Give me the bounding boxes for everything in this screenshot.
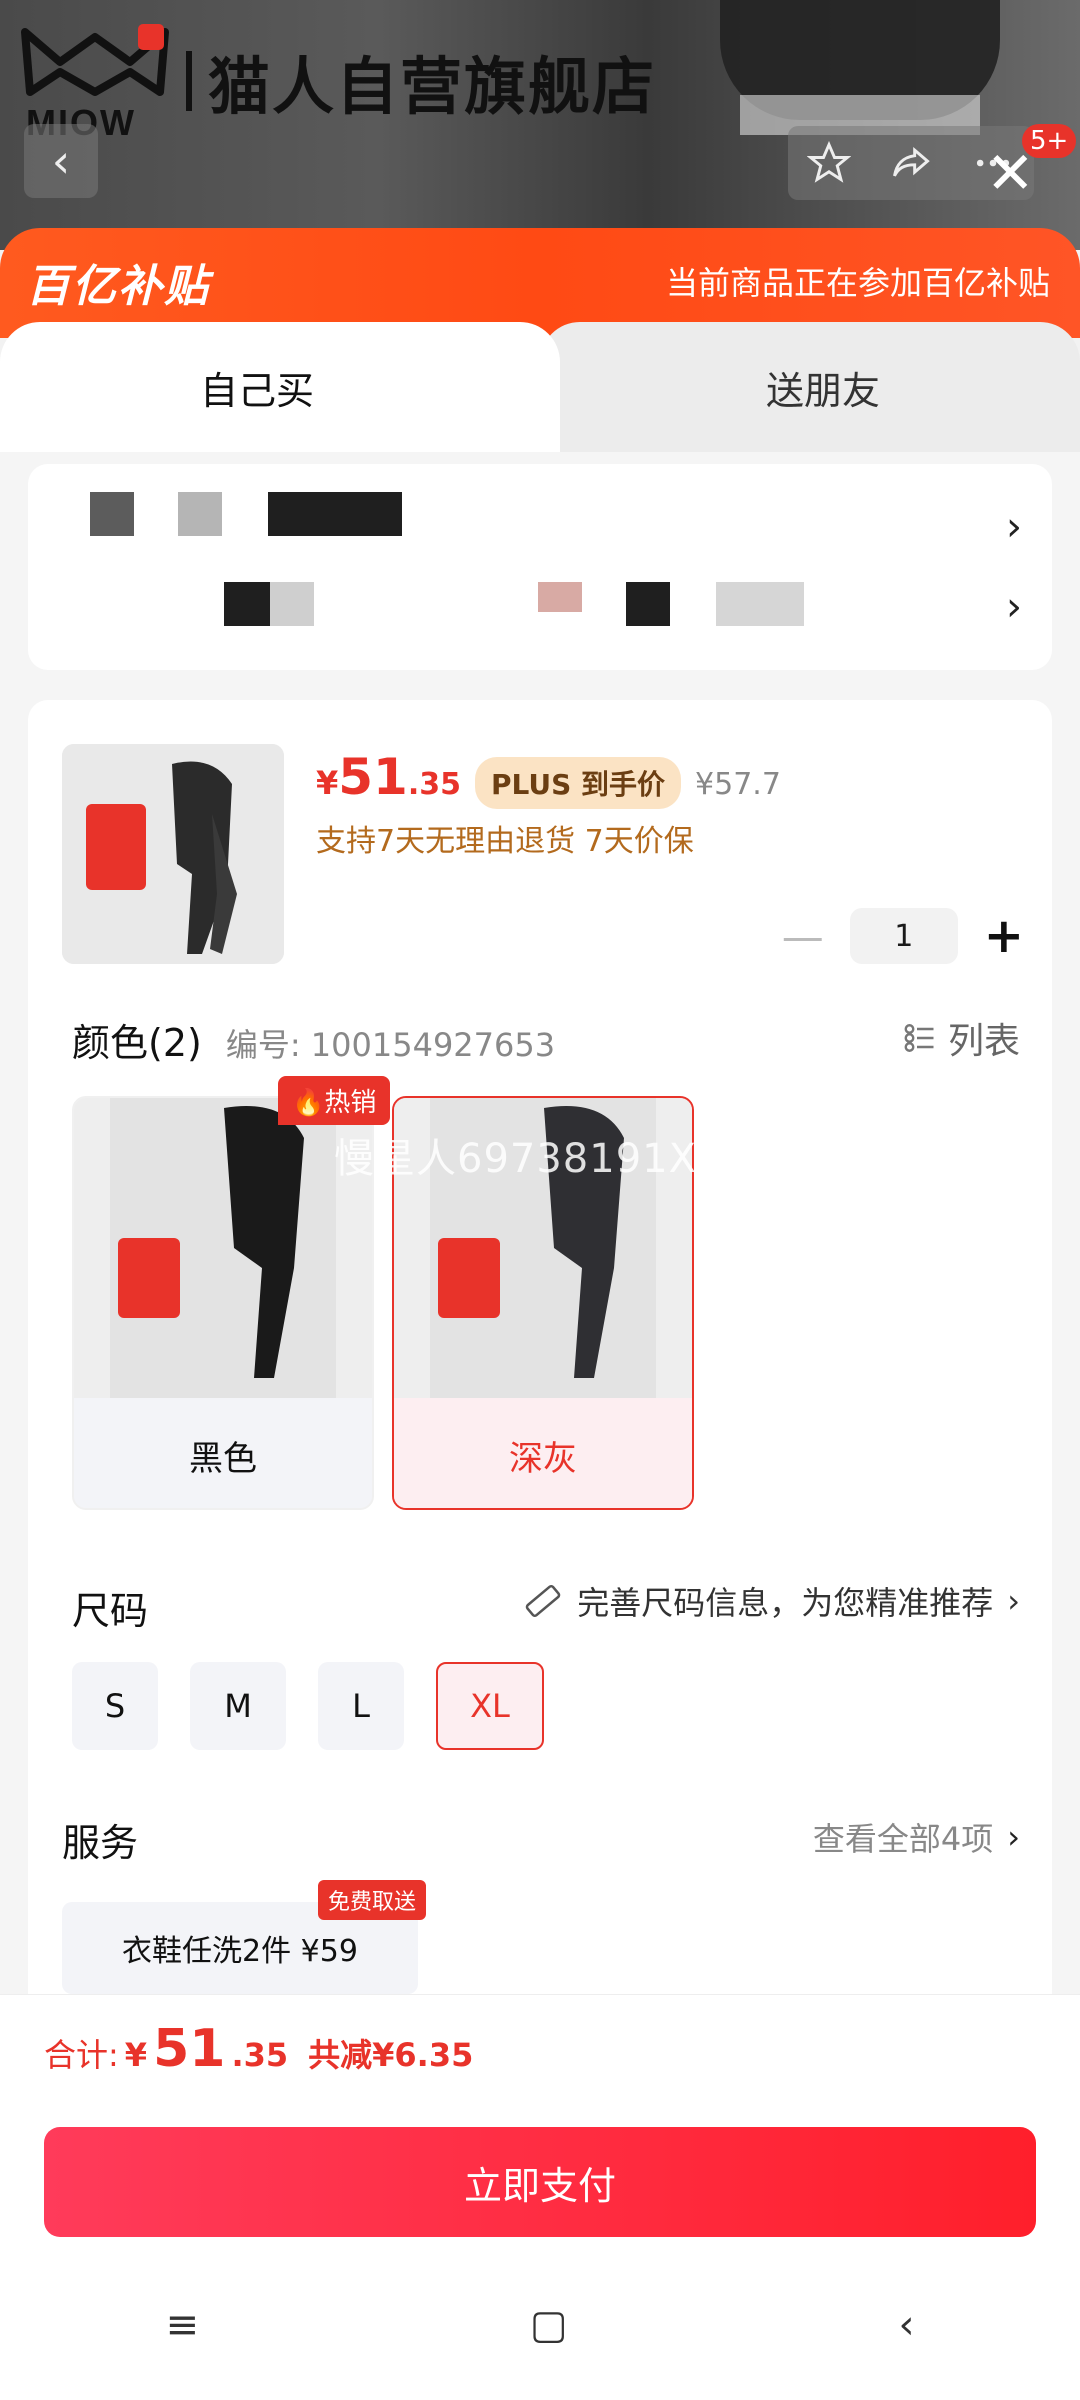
purchase-tabs: 送朋友 自己买 [0,322,1080,452]
color-image [74,1098,372,1398]
store-name: 猫人自营旗舰店 [208,50,657,123]
price-decimal: .35 [407,767,462,802]
system-nav-bar: ≡ ▢ ‹ [0,2295,1080,2355]
checkout-bar: 合计: ¥51.35 共减¥6.35 立即支付 ≡ ▢ ‹ [0,1994,1080,2400]
hot-sale-badge: 🔥热销 [278,1076,391,1125]
product-options-card: ¥51.35 PLUS 到手价 ¥57.7 支持7天无理由退货 7天价保 — 1… [28,700,1052,2000]
ruler-icon [525,1584,561,1618]
decrease-button[interactable]: — [782,912,824,961]
list-icon [904,1024,934,1052]
price-symbol: ¥ [316,764,339,802]
plus-price-tag: PLUS 到手价 [475,757,682,809]
color-label: 深灰 [394,1398,692,1508]
address-card[interactable]: › › [28,464,1052,670]
list-label: 列表 [947,1021,1020,1062]
pay-now-button[interactable]: 立即支付 [44,2127,1036,2237]
subsidy-logo: 百亿补贴 [26,261,210,312]
service-title: 服务 [62,1821,139,1865]
redacted-block [224,582,270,626]
total-symbol: ¥ [124,2036,148,2074]
service-label: 衣鞋任洗2件 ¥59 [122,1934,358,1969]
total-saving: 共减¥6.35 [308,2036,474,2074]
view-all-label: 查看全部4项 [812,1820,994,1858]
list-view-button[interactable]: 列表 [902,1012,1020,1064]
subsidy-note: 当前商品正在参加百亿补贴 [665,264,1050,302]
watermark-text: 慢星人69738191X [334,1136,697,1182]
product-image-icon [62,744,284,964]
color-option-black[interactable]: 黑色 [72,1096,374,1510]
redacted-block [626,582,670,626]
brand-divider [186,51,192,111]
favorite-star-icon[interactable] [807,141,851,185]
color-section-header: 颜色(2) 编号: 100154927653 [72,1012,555,1067]
close-icon[interactable]: ✕ [986,144,1035,202]
home-icon[interactable]: ▢ [530,2302,568,2348]
view-all-services[interactable]: 查看全部4项 › [813,1814,1020,1860]
size-option-l[interactable]: L [318,1662,404,1750]
size-info-link[interactable]: 完善尺码信息，为您精准推荐 › [523,1578,1020,1624]
chevron-right-icon: › [1006,504,1022,550]
size-hint-text: 完善尺码信息，为您精准推荐 [577,1584,994,1622]
back-icon[interactable]: ‹ [899,2302,915,2348]
redacted-block [270,582,314,626]
product-thumbnail[interactable] [62,744,284,964]
cat-logo-icon [21,24,169,96]
total-decimal: .35 [231,2036,289,2074]
redacted-block [268,492,402,536]
tab-label: 送朋友 [766,369,881,413]
menu-icon[interactable]: ≡ [165,2302,199,2348]
quantity-value[interactable]: 1 [849,908,958,964]
free-pickup-badge: 免费取送 [318,1880,427,1920]
chevron-right-icon: › [1006,584,1022,630]
item-code: 编号: 100154927653 [225,1026,556,1064]
size-option-xl[interactable]: XL [436,1662,544,1750]
share-icon[interactable] [889,141,933,185]
tab-gift-friend[interactable]: 送朋友 [540,322,1080,452]
chevron-right-icon: › [1007,1582,1020,1620]
original-price: ¥57.7 [695,767,781,802]
color-title: 颜色(2) [72,1021,202,1065]
size-label: XL [470,1687,510,1725]
hot-sale-label: 热销 [324,1088,377,1118]
chevron-left-icon: ‹ [51,134,71,188]
size-label: M [224,1687,252,1725]
pay-label: 立即支付 [463,2163,616,2208]
product-image-icon [110,1098,336,1398]
size-option-s[interactable]: S [72,1662,158,1750]
size-label: L [352,1687,370,1725]
redacted-block [90,492,134,536]
price-row: ¥51.35 PLUS 到手价 ¥57.7 [316,748,781,809]
chevron-right-icon: › [1007,1818,1020,1856]
current-price: ¥51.35 [316,748,461,806]
redacted-block [538,582,582,612]
redacted-block [178,492,222,536]
store-brand: MIOW 猫人自营旗舰店 [20,22,657,143]
size-option-m[interactable]: M [190,1662,286,1750]
color-label: 黑色 [74,1398,372,1508]
return-policy: 支持7天无理由退货 7天价保 [316,824,694,859]
order-total: 合计: ¥51.35 共减¥6.35 [44,2019,473,2079]
size-label: S [104,1687,126,1725]
total-label: 合计: [44,2036,119,2074]
increase-button[interactable]: + [984,908,1024,964]
quantity-stepper: — 1 + [782,908,1024,964]
tab-buy-self[interactable]: 自己买 [0,322,560,452]
tab-label: 自己买 [200,369,315,413]
brand-logo: MIOW [20,22,170,143]
size-title: 尺码 [72,1589,149,1633]
total-integer: 51 [153,2019,226,2079]
back-button[interactable]: ‹ [24,124,98,198]
price-integer: 51 [338,748,408,806]
redacted-block [716,582,804,626]
